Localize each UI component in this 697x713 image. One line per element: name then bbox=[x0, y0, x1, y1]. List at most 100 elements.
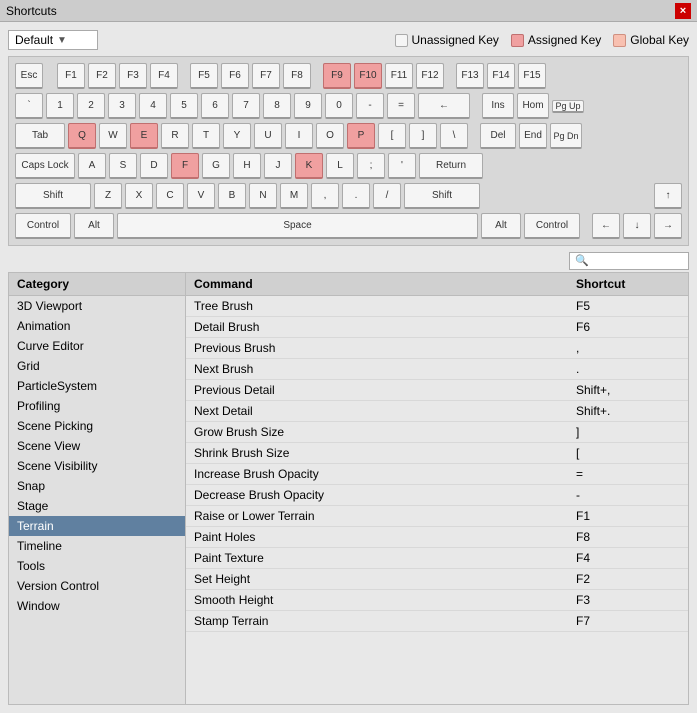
key-u[interactable]: U bbox=[254, 123, 282, 149]
key-rbracket[interactable]: ] bbox=[409, 123, 437, 149]
key-space[interactable]: Space bbox=[117, 213, 478, 239]
command-row[interactable]: Raise or Lower TerrainF1 bbox=[186, 506, 688, 527]
command-row[interactable]: Shrink Brush Size[ bbox=[186, 443, 688, 464]
key-v[interactable]: V bbox=[187, 183, 215, 209]
key-capslock[interactable]: Caps Lock bbox=[15, 153, 75, 179]
key-pgdn[interactable]: Pg Dn bbox=[550, 123, 582, 149]
key-f7[interactable]: F7 bbox=[252, 63, 280, 89]
category-item[interactable]: Profiling bbox=[9, 396, 185, 416]
key-8[interactable]: 8 bbox=[263, 93, 291, 119]
key-x[interactable]: X bbox=[125, 183, 153, 209]
key-4[interactable]: 4 bbox=[139, 93, 167, 119]
command-row[interactable]: Next DetailShift+. bbox=[186, 401, 688, 422]
category-item[interactable]: ParticleSystem bbox=[9, 376, 185, 396]
key-arrow-down[interactable]: ↓ bbox=[623, 213, 651, 239]
key-semicolon[interactable]: ; bbox=[357, 153, 385, 179]
key-pgup[interactable]: Pg Up bbox=[552, 100, 584, 113]
key-tab[interactable]: Tab bbox=[15, 123, 65, 149]
key-p[interactable]: P bbox=[347, 123, 375, 149]
key-slash[interactable]: / bbox=[373, 183, 401, 209]
key-equals[interactable]: = bbox=[387, 93, 415, 119]
command-row[interactable]: Detail BrushF6 bbox=[186, 317, 688, 338]
key-d[interactable]: D bbox=[140, 153, 168, 179]
key-ctrl-left[interactable]: Control bbox=[15, 213, 71, 239]
key-backtick[interactable]: ` bbox=[15, 93, 43, 119]
command-row[interactable]: Previous Brush, bbox=[186, 338, 688, 359]
command-row[interactable]: Set HeightF2 bbox=[186, 569, 688, 590]
key-y[interactable]: Y bbox=[223, 123, 251, 149]
key-minus[interactable]: - bbox=[356, 93, 384, 119]
key-ctrl-right[interactable]: Control bbox=[524, 213, 580, 239]
key-f1[interactable]: F1 bbox=[57, 63, 85, 89]
key-f8[interactable]: F8 bbox=[283, 63, 311, 89]
command-row[interactable]: Paint HolesF8 bbox=[186, 527, 688, 548]
key-1[interactable]: 1 bbox=[46, 93, 74, 119]
key-f15[interactable]: F15 bbox=[518, 63, 546, 89]
key-quote[interactable]: ' bbox=[388, 153, 416, 179]
command-row[interactable]: Next Brush. bbox=[186, 359, 688, 380]
key-f9[interactable]: F9 bbox=[323, 63, 351, 89]
category-item[interactable]: Snap bbox=[9, 476, 185, 496]
key-3[interactable]: 3 bbox=[108, 93, 136, 119]
key-r[interactable]: R bbox=[161, 123, 189, 149]
key-f14[interactable]: F14 bbox=[487, 63, 515, 89]
key-end[interactable]: End bbox=[519, 123, 547, 149]
key-backspace[interactable]: ← bbox=[418, 93, 470, 119]
key-arrow-right[interactable]: → bbox=[654, 213, 682, 239]
key-i[interactable]: I bbox=[285, 123, 313, 149]
command-row[interactable]: Paint TextureF4 bbox=[186, 548, 688, 569]
key-f2[interactable]: F2 bbox=[88, 63, 116, 89]
key-f13[interactable]: F13 bbox=[456, 63, 484, 89]
key-arrow-left[interactable]: ← bbox=[592, 213, 620, 239]
key-t[interactable]: T bbox=[192, 123, 220, 149]
key-s[interactable]: S bbox=[109, 153, 137, 179]
category-item[interactable]: Scene View bbox=[9, 436, 185, 456]
key-h[interactable]: H bbox=[233, 153, 261, 179]
key-n[interactable]: N bbox=[249, 183, 277, 209]
search-input[interactable] bbox=[569, 252, 689, 270]
key-f5[interactable]: F5 bbox=[190, 63, 218, 89]
category-item[interactable]: Terrain bbox=[9, 516, 185, 536]
category-item[interactable]: Grid bbox=[9, 356, 185, 376]
key-7[interactable]: 7 bbox=[232, 93, 260, 119]
key-shift-left[interactable]: Shift bbox=[15, 183, 91, 209]
key-j[interactable]: J bbox=[264, 153, 292, 179]
key-lbracket[interactable]: [ bbox=[378, 123, 406, 149]
key-esc[interactable]: Esc bbox=[15, 63, 43, 89]
command-row[interactable]: Previous DetailShift+, bbox=[186, 380, 688, 401]
key-f12[interactable]: F12 bbox=[416, 63, 444, 89]
key-alt-left[interactable]: Alt bbox=[74, 213, 114, 239]
key-0[interactable]: 0 bbox=[325, 93, 353, 119]
key-k[interactable]: K bbox=[295, 153, 323, 179]
key-z[interactable]: Z bbox=[94, 183, 122, 209]
category-item[interactable]: 3D Viewport bbox=[9, 296, 185, 316]
key-f6[interactable]: F6 bbox=[221, 63, 249, 89]
key-6[interactable]: 6 bbox=[201, 93, 229, 119]
key-period[interactable]: . bbox=[342, 183, 370, 209]
key-g[interactable]: G bbox=[202, 153, 230, 179]
category-item[interactable]: Scene Visibility bbox=[9, 456, 185, 476]
category-item[interactable]: Tools bbox=[9, 556, 185, 576]
key-comma[interactable]: , bbox=[311, 183, 339, 209]
close-button[interactable]: × bbox=[675, 3, 691, 19]
key-e[interactable]: E bbox=[130, 123, 158, 149]
key-shift-right[interactable]: Shift bbox=[404, 183, 480, 209]
profile-dropdown[interactable]: Default ▼ bbox=[8, 30, 98, 50]
key-m[interactable]: M bbox=[280, 183, 308, 209]
key-f4[interactable]: F4 bbox=[150, 63, 178, 89]
category-item[interactable]: Curve Editor bbox=[9, 336, 185, 356]
key-f11[interactable]: F11 bbox=[385, 63, 413, 89]
key-l[interactable]: L bbox=[326, 153, 354, 179]
key-del[interactable]: Del bbox=[480, 123, 516, 149]
key-home[interactable]: Hom bbox=[517, 93, 549, 119]
category-item[interactable]: Timeline bbox=[9, 536, 185, 556]
key-9[interactable]: 9 bbox=[294, 93, 322, 119]
key-q[interactable]: Q bbox=[68, 123, 96, 149]
key-a[interactable]: A bbox=[78, 153, 106, 179]
category-item[interactable]: Version Control bbox=[9, 576, 185, 596]
command-row[interactable]: Grow Brush Size] bbox=[186, 422, 688, 443]
command-row[interactable]: Increase Brush Opacity= bbox=[186, 464, 688, 485]
key-return[interactable]: Return bbox=[419, 153, 483, 179]
command-row[interactable]: Tree BrushF5 bbox=[186, 296, 688, 317]
key-backslash[interactable]: \ bbox=[440, 123, 468, 149]
